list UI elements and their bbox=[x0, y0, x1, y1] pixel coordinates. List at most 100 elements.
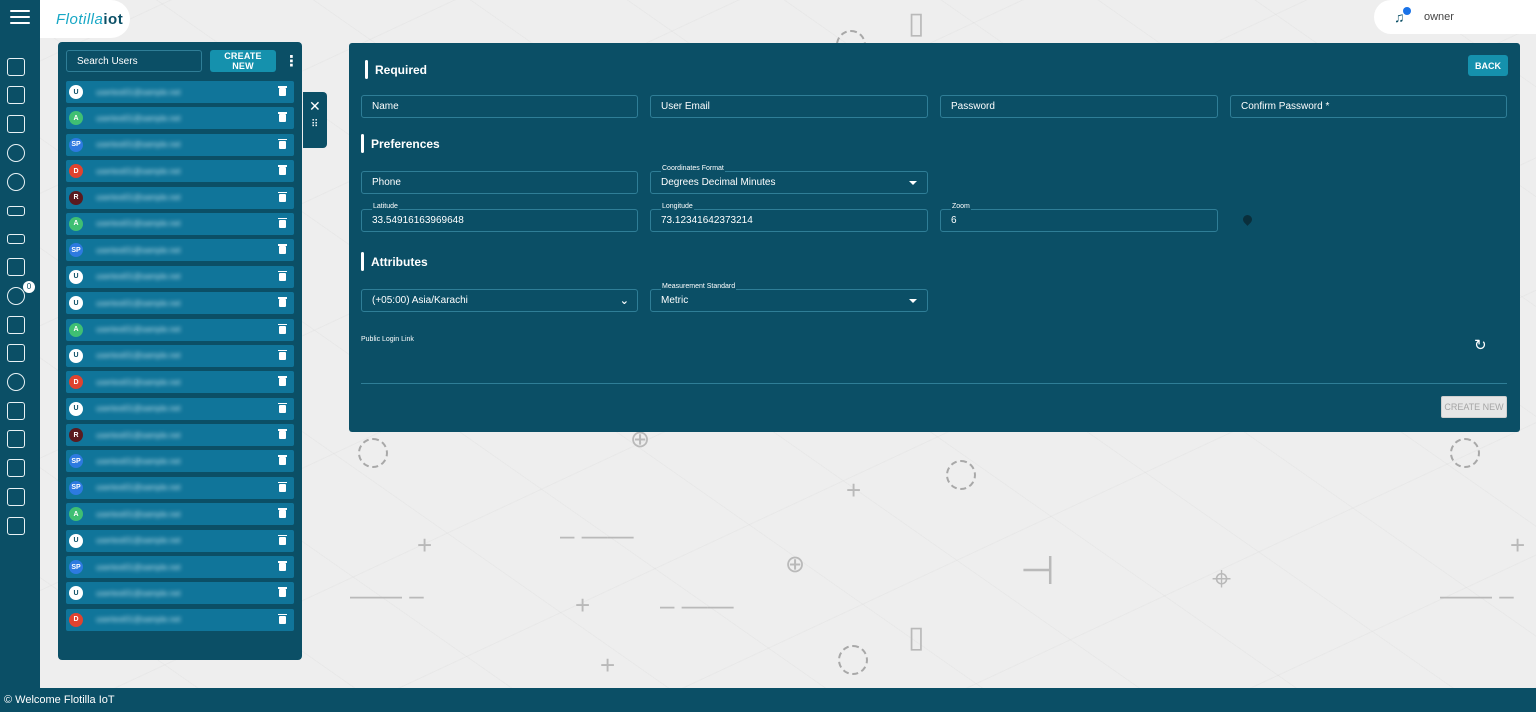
user-list-item[interactable]: Uusertest01@sample.net bbox=[66, 344, 294, 367]
public-login-link-label: Public Login Link bbox=[361, 336, 414, 343]
plus-mark-icon: + bbox=[1510, 530, 1526, 560]
route-icon[interactable] bbox=[7, 373, 25, 391]
trash-icon[interactable] bbox=[278, 191, 287, 202]
timezone-select[interactable]: (+05:00) Asia/Karachi ⌄ bbox=[361, 289, 638, 312]
confirm-password-input[interactable] bbox=[1231, 96, 1506, 117]
truck-icon[interactable] bbox=[7, 206, 25, 216]
document-icon[interactable] bbox=[7, 316, 25, 334]
trash-icon[interactable] bbox=[278, 429, 287, 440]
name-input[interactable] bbox=[362, 96, 637, 117]
search-users-input[interactable] bbox=[66, 50, 202, 72]
map-pin-icon: ⌖ bbox=[1212, 560, 1232, 598]
avatar: R bbox=[69, 190, 83, 205]
trash-icon[interactable] bbox=[278, 217, 287, 228]
close-panel-icon[interactable]: ✕ bbox=[309, 98, 321, 115]
user-list-item[interactable]: SP usertest01@sample.net bbox=[66, 556, 294, 579]
password-field[interactable] bbox=[940, 95, 1218, 118]
trash-icon[interactable] bbox=[278, 138, 287, 149]
geofence-icon[interactable] bbox=[7, 402, 25, 420]
hamburger-menu-icon[interactable] bbox=[10, 10, 30, 26]
phone-field[interactable] bbox=[361, 171, 638, 194]
alert-bell-icon[interactable] bbox=[7, 287, 25, 305]
user-list-item[interactable]: Uusertest01@sample.net bbox=[66, 265, 294, 288]
user-email: usertest01@sample.net bbox=[96, 456, 181, 466]
phone-pin-icon: ▯ bbox=[908, 621, 925, 654]
trash-icon[interactable] bbox=[278, 165, 287, 176]
trash-icon[interactable] bbox=[278, 402, 287, 413]
dash-mark-icon: —— – bbox=[1440, 580, 1514, 610]
bell-icon[interactable]: ♫ bbox=[1394, 7, 1411, 24]
wrench-icon[interactable] bbox=[7, 488, 25, 506]
user-list-item[interactable]: Ausertest01@sample.net bbox=[66, 107, 294, 130]
name-field[interactable] bbox=[361, 95, 638, 118]
user-list-item[interactable]: Ausertest01@sample.net bbox=[66, 318, 294, 341]
user-list-item[interactable]: SP usertest01@sample.net bbox=[66, 239, 294, 262]
confirm-password-field[interactable] bbox=[1230, 95, 1507, 118]
users-group-icon[interactable] bbox=[7, 173, 25, 191]
zoom-field[interactable]: Zoom 6 bbox=[940, 203, 1218, 232]
user-name: owner bbox=[1424, 11, 1454, 23]
trash-icon[interactable] bbox=[278, 587, 287, 598]
refresh-icon[interactable]: ↻ bbox=[1474, 336, 1487, 354]
user-menu[interactable]: ♫ owner bbox=[1374, 0, 1536, 34]
email-field[interactable] bbox=[650, 95, 928, 118]
car-icon[interactable] bbox=[7, 234, 25, 244]
user-list-item[interactable]: Uusertest01@sample.net bbox=[66, 582, 294, 605]
email-input[interactable] bbox=[651, 96, 927, 117]
trash-icon[interactable] bbox=[278, 112, 287, 123]
user-email: usertest01@sample.net bbox=[96, 298, 181, 308]
user-list-item[interactable]: Uusertest01@sample.net bbox=[66, 529, 294, 552]
latitude-field[interactable]: Latitude 33.54916163969648 bbox=[361, 203, 638, 232]
trash-icon[interactable] bbox=[278, 534, 287, 545]
trash-icon[interactable] bbox=[278, 508, 287, 519]
workflow-icon[interactable] bbox=[7, 517, 25, 535]
user-list-item[interactable]: Dusertest01@sample.net bbox=[66, 371, 294, 394]
drag-handle-icon[interactable]: ⠿ bbox=[311, 120, 318, 130]
map-pin-icon[interactable] bbox=[1241, 213, 1254, 226]
user-list-item[interactable]: Uusertest01@sample.net bbox=[66, 397, 294, 420]
trash-icon[interactable] bbox=[278, 455, 287, 466]
user-list-item[interactable]: Dusertest01@sample.net bbox=[66, 608, 294, 631]
user-icon[interactable] bbox=[7, 144, 25, 162]
trash-icon[interactable] bbox=[278, 481, 287, 492]
mail-icon[interactable] bbox=[7, 430, 25, 448]
trash-icon[interactable] bbox=[278, 244, 287, 255]
trash-icon[interactable] bbox=[278, 270, 287, 281]
create-new-button[interactable]: CREATE NEW bbox=[1441, 396, 1507, 418]
report-list-icon[interactable] bbox=[7, 115, 25, 133]
latitude-label: Latitude bbox=[372, 203, 399, 210]
user-list-item[interactable]: Uusertest01@sample.net bbox=[66, 292, 294, 315]
trash-icon[interactable] bbox=[278, 297, 287, 308]
longitude-field[interactable]: Longitude 73.12341642373214 bbox=[650, 203, 928, 232]
user-list-item[interactable]: Ausertest01@sample.net bbox=[66, 212, 294, 235]
trash-icon[interactable] bbox=[278, 349, 287, 360]
user-list-item[interactable]: SP usertest01@sample.net bbox=[66, 133, 294, 156]
trash-icon[interactable] bbox=[278, 376, 287, 387]
user-list-item[interactable]: Rusertest01@sample.net bbox=[66, 424, 294, 447]
dashboard-icon[interactable] bbox=[7, 58, 25, 76]
driver-icon[interactable] bbox=[7, 344, 25, 362]
trash-icon[interactable] bbox=[278, 86, 287, 96]
trash-icon[interactable] bbox=[278, 561, 287, 572]
user-list-item[interactable]: Rusertest01@sample.net bbox=[66, 186, 294, 209]
user-list-item[interactable]: Uusertest01@sample.net bbox=[66, 81, 294, 103]
create-new-user-button[interactable]: CREATE NEW bbox=[210, 50, 276, 72]
avatar: A bbox=[69, 507, 83, 522]
more-options-icon[interactable]: ⋮ bbox=[284, 52, 299, 70]
command-icon[interactable] bbox=[7, 459, 25, 477]
password-input[interactable] bbox=[941, 96, 1217, 117]
coordinates-format-select[interactable]: Coordinates Format Degrees Decimal Minut… bbox=[650, 165, 928, 194]
user-list-item[interactable]: SP usertest01@sample.net bbox=[66, 450, 294, 473]
back-button[interactable]: BACK bbox=[1468, 55, 1508, 76]
phone-input[interactable] bbox=[362, 172, 637, 193]
logo[interactable]: Flotillaiot bbox=[40, 0, 130, 38]
trash-icon[interactable] bbox=[278, 613, 287, 624]
monitor-icon[interactable] bbox=[7, 86, 25, 104]
location-user-icon[interactable] bbox=[7, 258, 25, 276]
user-list-item[interactable]: Dusertest01@sample.net bbox=[66, 160, 294, 183]
logo-text: Flotilla bbox=[56, 10, 104, 28]
measurement-standard-select[interactable]: Measurement Standard Metric bbox=[650, 283, 928, 312]
user-list-item[interactable]: SP usertest01@sample.net bbox=[66, 476, 294, 499]
trash-icon[interactable] bbox=[278, 323, 287, 334]
user-list-item[interactable]: Ausertest01@sample.net bbox=[66, 503, 294, 526]
